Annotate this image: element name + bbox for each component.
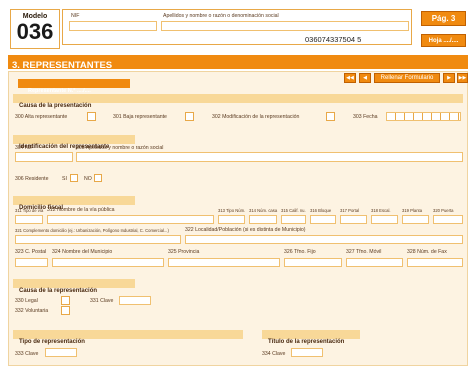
causa-clave-label: 331 Clave: [90, 298, 114, 304]
causa-presentacion-header: Causa de la presentación: [13, 94, 463, 109]
residente-no-checkbox[interactable]: [94, 174, 102, 182]
localidad-input[interactable]: [185, 235, 463, 244]
provincia-input[interactable]: [168, 258, 280, 267]
complemento-label: 321 Complemento domicilio (ej.: Urbaniza…: [15, 228, 169, 233]
legal-label: 330 Legal: [15, 298, 38, 304]
modificacion-label: 302 Modificación de la representación: [212, 114, 300, 120]
header-nif-input[interactable]: [69, 21, 157, 31]
section-title: 3. REPRESENTANTES: [12, 60, 113, 71]
escal-label: 318 Escal.: [371, 208, 391, 213]
portal-input[interactable]: [340, 215, 367, 224]
identificacion-header: Identificación del representante: [13, 135, 135, 150]
puerta-label: 320 Puerta: [433, 208, 454, 213]
page-sub: Hoja ..../....: [421, 34, 466, 47]
tipo-clave-input[interactable]: [45, 348, 77, 357]
calif-num-label: 315 Calif. nu.: [281, 208, 306, 213]
calif-num-input[interactable]: [281, 215, 306, 224]
nombre-via-label: 312 Nombre de la vía pública: [47, 207, 115, 213]
causa-representacion-title: Causa de la representación: [19, 288, 98, 294]
titulo-title: Título de la representación: [268, 339, 345, 345]
causa-clave-input[interactable]: [119, 296, 151, 305]
tfno-movil-input[interactable]: [346, 258, 403, 267]
baja-label: 301 Baja representante: [113, 114, 167, 120]
tipo-title: Tipo de representación: [19, 339, 85, 345]
tipo-via-input[interactable]: [15, 215, 43, 224]
tipo-num-label: 313 Tipo Núm.: [218, 208, 246, 213]
num-casa-label: 314 Núm. casa: [249, 208, 278, 213]
page-badge: Pág. 3: [421, 11, 466, 26]
tipo-header: Tipo de representación: [13, 330, 243, 345]
tfno-fijo-input[interactable]: [284, 258, 342, 267]
last-record-button[interactable]: ▶▶: [457, 73, 468, 83]
tipo-clave-label: 333 Clave: [15, 351, 39, 357]
nombre-via-input[interactable]: [47, 215, 214, 224]
fax-input[interactable]: [407, 258, 463, 267]
planta-input[interactable]: [402, 215, 429, 224]
modificacion-checkbox[interactable]: [326, 112, 335, 121]
model-box: Modelo 036: [10, 9, 60, 49]
municipio-label: 324 Nombre del Municipio: [52, 249, 113, 255]
titulo-clave-label: 334 Clave: [262, 351, 286, 357]
titulo-header: Título de la representación: [262, 330, 360, 345]
voluntaria-checkbox[interactable]: [61, 306, 70, 315]
bloque-label: 316 Bloque: [310, 208, 332, 213]
residente-si-checkbox[interactable]: [70, 174, 78, 182]
residente-si-label: SI: [62, 176, 67, 182]
voluntaria-label: 332 Voluntaria: [15, 308, 49, 314]
tipo-num-input[interactable]: [218, 215, 245, 224]
domicilio-header: Domicilio fiscal: [13, 196, 135, 211]
fecha-input[interactable]: [386, 112, 461, 121]
fill-form-button[interactable]: Rellenar Formulario: [374, 73, 440, 83]
nif-label: NIF: [71, 13, 80, 19]
prev-record-button[interactable]: ◀: [359, 73, 371, 83]
tfno-fijo-label: 326 Tfno. Fijo: [284, 249, 316, 255]
municipio-input[interactable]: [52, 258, 164, 267]
localidad-label: 322 Localidad/Población (si es distinta …: [185, 227, 306, 233]
causa-representacion-header: Causa de la representación: [13, 279, 135, 294]
nombre-rep-label: 305 Apellidos y nombre o razón social: [76, 145, 164, 151]
num-casa-input[interactable]: [249, 215, 277, 224]
header-name-input[interactable]: [161, 21, 409, 31]
nif-rep-input[interactable]: [15, 152, 73, 162]
bloque-input[interactable]: [310, 215, 336, 224]
titulo-clave-input[interactable]: [291, 348, 323, 357]
representante-tab: Representante N.° ..../....: [18, 79, 130, 94]
name-label: Apellidos y nombre o razón o denominació…: [163, 13, 279, 19]
causa-presentacion-title: Causa de la presentación: [19, 103, 92, 109]
provincia-label: 325 Provincia: [168, 249, 200, 255]
next-record-button[interactable]: ▶: [443, 73, 455, 83]
legal-checkbox[interactable]: [61, 296, 70, 305]
barcode-number: 036074337504 5: [305, 35, 362, 44]
complemento-input[interactable]: [15, 235, 181, 244]
nif-rep-label: 304 NIF: [15, 145, 34, 151]
cpostal-label: 323 C. Postal: [15, 249, 47, 255]
tfno-movil-label: 327 Tfno. Móvil: [346, 249, 382, 255]
baja-checkbox[interactable]: [185, 112, 194, 121]
modelo-number: 036: [16, 19, 54, 44]
section-bar: 3. REPRESENTANTES: [8, 55, 468, 71]
cpostal-input[interactable]: [15, 258, 48, 267]
residente-label: 306 Residente: [15, 176, 49, 182]
fecha-label: 303 Fecha: [353, 114, 378, 120]
tipo-via-label: 311 Tipo de vía: [15, 208, 44, 213]
first-record-button[interactable]: ◀◀: [344, 73, 356, 83]
alta-checkbox[interactable]: [87, 112, 96, 121]
nombre-rep-input[interactable]: [76, 152, 463, 162]
residente-no-label: NO: [84, 176, 92, 182]
puerta-input[interactable]: [433, 215, 463, 224]
escal-input[interactable]: [371, 215, 398, 224]
portal-label: 317 Portal: [340, 208, 360, 213]
alta-label: 300 Alta representante: [15, 114, 68, 120]
fax-label: 328 Núm. de Fax: [407, 249, 447, 255]
planta-label: 319 Planta: [402, 208, 423, 213]
header-fields-box: NIF Apellidos y nombre o razón o denomin…: [62, 9, 412, 45]
